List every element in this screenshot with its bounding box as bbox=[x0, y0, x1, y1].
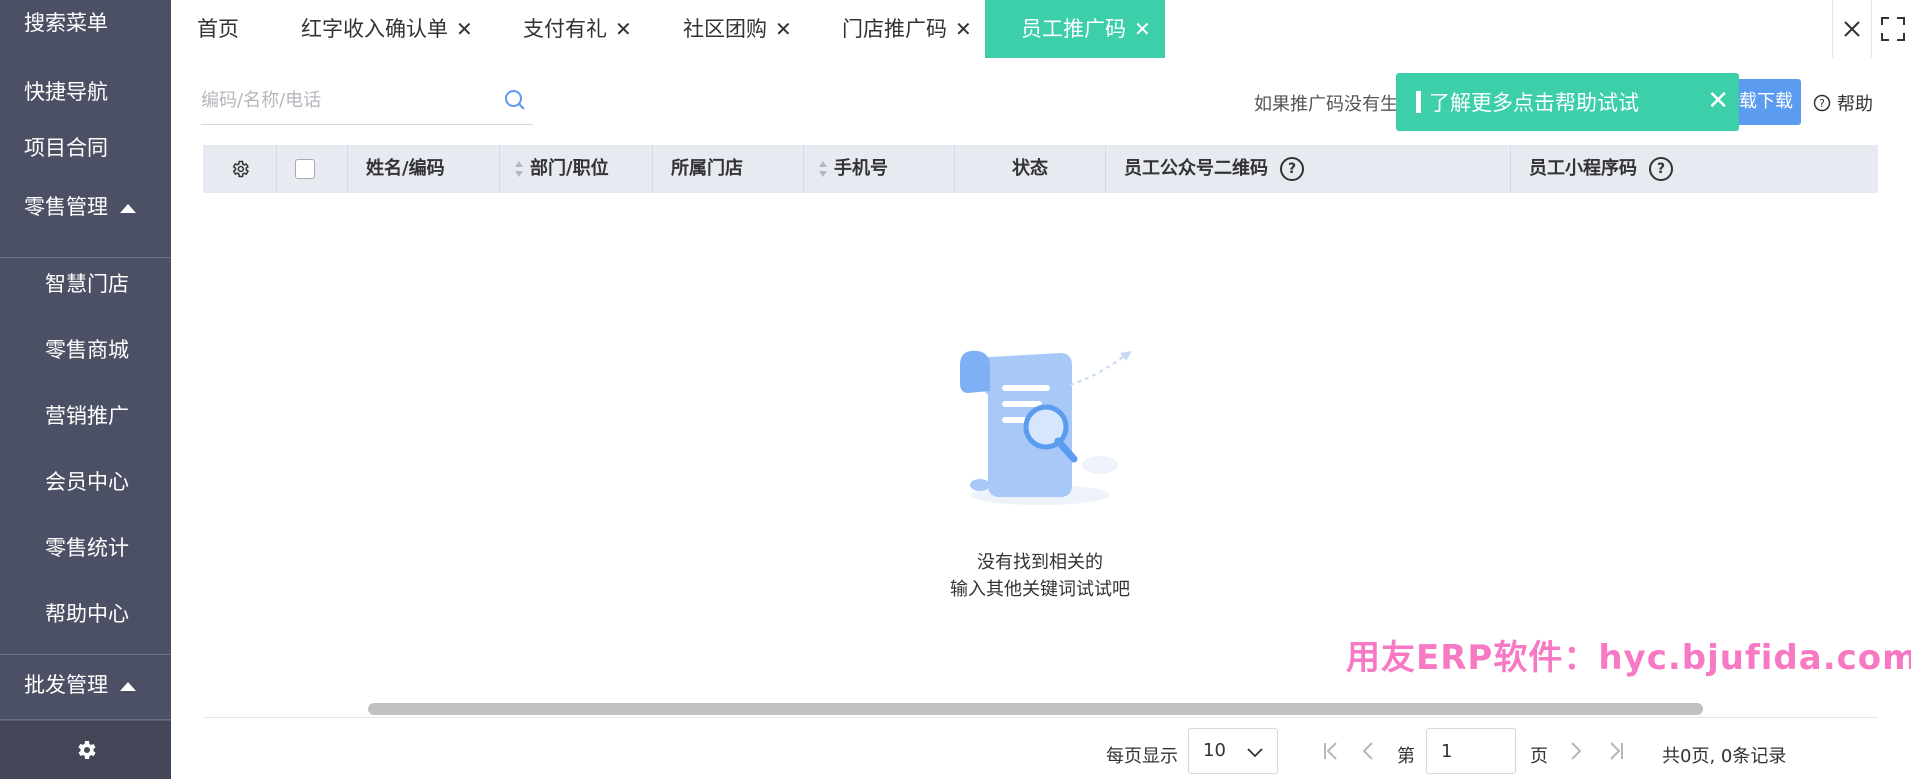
sidebar-item-help-center[interactable]: 帮助中心 bbox=[0, 588, 171, 654]
tab-store-promo-code[interactable]: 门店推广码 ✕ bbox=[842, 0, 972, 58]
sidebar-item-quick-nav[interactable]: 快捷导航 bbox=[0, 54, 171, 120]
column-phone[interactable]: 手机号 bbox=[804, 145, 955, 193]
tab-label: 红字收入确认单 bbox=[301, 17, 448, 41]
fullscreen-button[interactable] bbox=[1880, 16, 1906, 42]
question-circle-icon[interactable]: ? bbox=[1649, 157, 1673, 181]
column-label: 部门/职位 bbox=[530, 158, 609, 179]
caret-up-icon bbox=[120, 681, 136, 691]
question-circle-icon[interactable]: ? bbox=[1280, 157, 1304, 181]
tab-employee-promo-code[interactable]: 员工推广码 ✕ bbox=[985, 0, 1165, 58]
column-name-code[interactable]: 姓名/编码 bbox=[348, 145, 500, 193]
sidebar-item-retail-mall[interactable]: 零售商城 bbox=[0, 324, 171, 390]
toast-message[interactable]: 了解更多点击帮助试试 bbox=[1429, 87, 1639, 117]
tab-payment-gift[interactable]: 支付有礼 ✕ bbox=[523, 0, 632, 58]
toast-accent-bar bbox=[1416, 91, 1421, 113]
first-page-icon[interactable] bbox=[1322, 740, 1340, 762]
download-button[interactable]: 载下载 bbox=[1735, 79, 1801, 125]
close-icon[interactable]: ✕ bbox=[615, 17, 632, 41]
sidebar-group-wholesale[interactable]: 批发管理 bbox=[0, 654, 171, 720]
sidebar-group-label: 批发管理 bbox=[24, 673, 108, 697]
search-input[interactable] bbox=[201, 78, 491, 122]
page-prefix: 第 bbox=[1397, 746, 1415, 767]
sort-icon bbox=[515, 161, 523, 177]
chevron-down-icon bbox=[1247, 748, 1263, 758]
column-official-account-qr[interactable]: 员工公众号二维码? bbox=[1106, 145, 1511, 193]
column-label: 姓名/编码 bbox=[366, 158, 445, 179]
tab-label: 首页 bbox=[197, 17, 239, 41]
close-icon[interactable]: ✕ bbox=[1134, 17, 1151, 41]
column-label: 员工公众号二维码 bbox=[1124, 158, 1268, 179]
page-size-value: 10 bbox=[1203, 740, 1226, 761]
tab-label: 社区团购 bbox=[683, 17, 767, 41]
caret-up-icon bbox=[120, 203, 136, 213]
close-icon bbox=[1844, 21, 1860, 37]
horizontal-scrollbar[interactable] bbox=[203, 701, 1878, 718]
search-icon[interactable] bbox=[503, 88, 527, 112]
sidebar-item-retail-stats[interactable]: 零售统计 bbox=[0, 522, 171, 588]
pagination: 每页显示 10 第 页 共0页, 0条记录 bbox=[0, 728, 1911, 778]
sort-icon bbox=[819, 161, 827, 177]
close-icon[interactable]: ✕ bbox=[456, 17, 473, 41]
empty-search-illustration bbox=[960, 350, 1132, 505]
search-box bbox=[201, 78, 533, 125]
help-link[interactable]: ? 帮助 bbox=[1813, 90, 1873, 116]
pagination-summary: 共0页, 0条记录 bbox=[1662, 746, 1787, 767]
close-icon[interactable]: ✕ bbox=[775, 17, 792, 41]
tab-red-income-confirm[interactable]: 红字收入确认单 ✕ bbox=[301, 0, 473, 58]
close-all-tabs-button[interactable] bbox=[1832, 0, 1872, 58]
sidebar-submenu-retail: 智慧门店 零售商城 营销推广 会员中心 零售统计 帮助中心 bbox=[0, 258, 171, 654]
column-label: 所属门店 bbox=[671, 158, 743, 179]
page-size-select[interactable]: 10 bbox=[1188, 728, 1278, 774]
gear-icon bbox=[232, 160, 249, 178]
sidebar: 搜索菜单 快捷导航 项目合同 零售管理 智慧门店 零售商城 营销推广 会员中心 零售统计… bbox=[0, 0, 171, 779]
sidebar-item-marketing[interactable]: 营销推广 bbox=[0, 390, 171, 456]
column-miniprogram-code[interactable]: 员工小程序码? bbox=[1511, 145, 1878, 193]
watermark-text: 用友ERP软件：hyc.bjufida.com bbox=[1346, 638, 1911, 678]
tab-label: 员工推广码 bbox=[1021, 17, 1126, 41]
table-header: 姓名/编码 部门/职位 所属门店 手机号 状态 员工公众号二维码? 员工小程序码… bbox=[203, 145, 1878, 193]
sidebar-item-label: 搜索菜单 bbox=[24, 11, 108, 35]
page-suffix: 页 bbox=[1530, 746, 1548, 767]
fullscreen-icon bbox=[1881, 17, 1905, 41]
close-icon[interactable]: ✕ bbox=[1707, 87, 1729, 115]
sidebar-item-member-center[interactable]: 会员中心 bbox=[0, 456, 171, 522]
close-icon[interactable]: ✕ bbox=[955, 17, 972, 41]
column-label: 手机号 bbox=[834, 158, 888, 179]
sidebar-group-retail[interactable]: 零售管理 bbox=[0, 186, 171, 258]
sidebar-item-label: 快捷导航 bbox=[24, 80, 108, 104]
sidebar-item-search-menu[interactable]: 搜索菜单 bbox=[0, 0, 171, 54]
svg-text:?: ? bbox=[1819, 97, 1825, 110]
scrollbar-thumb[interactable] bbox=[368, 703, 1703, 715]
column-status[interactable]: 状态 bbox=[955, 145, 1106, 193]
last-page-icon[interactable] bbox=[1607, 740, 1625, 762]
per-page-label: 每页显示 bbox=[1106, 746, 1178, 767]
page-number-input[interactable] bbox=[1426, 728, 1516, 774]
question-circle-icon: ? bbox=[1813, 94, 1831, 112]
help-toast: 了解更多点击帮助试试 ✕ bbox=[1396, 73, 1739, 131]
empty-message-line2: 输入其他关键词试试吧 bbox=[950, 579, 1130, 600]
column-store[interactable]: 所属门店 bbox=[653, 145, 804, 193]
next-page-icon[interactable] bbox=[1568, 740, 1584, 762]
hint-text: 如果推广码没有生 bbox=[1254, 94, 1398, 115]
select-all-cell bbox=[277, 145, 348, 193]
tab-community-group-buy[interactable]: 社区团购 ✕ bbox=[683, 0, 792, 58]
help-label: 帮助 bbox=[1837, 94, 1873, 115]
column-label: 员工小程序码 bbox=[1529, 158, 1637, 179]
tab-home[interactable]: 首页 bbox=[197, 0, 239, 58]
column-label: 状态 bbox=[1012, 158, 1048, 179]
column-dept-position[interactable]: 部门/职位 bbox=[500, 145, 653, 193]
empty-message-line1: 没有找到相关的 bbox=[977, 552, 1103, 573]
sidebar-item-smart-store[interactable]: 智慧门店 bbox=[0, 258, 171, 324]
tab-label: 门店推广码 bbox=[842, 17, 947, 41]
sidebar-item-project-contract[interactable]: 项目合同 bbox=[0, 120, 171, 186]
sidebar-item-label: 项目合同 bbox=[24, 136, 108, 160]
column-settings[interactable] bbox=[203, 145, 277, 193]
prev-page-icon[interactable] bbox=[1360, 740, 1376, 762]
select-all-checkbox[interactable] bbox=[295, 159, 315, 179]
tab-bar: 首页 红字收入确认单 ✕ 支付有礼 ✕ 社区团购 ✕ 门店推广码 ✕ 员工推广码 ✕ bbox=[171, 0, 1911, 58]
sidebar-group-label: 零售管理 bbox=[24, 195, 108, 219]
tab-label: 支付有礼 bbox=[523, 17, 607, 41]
